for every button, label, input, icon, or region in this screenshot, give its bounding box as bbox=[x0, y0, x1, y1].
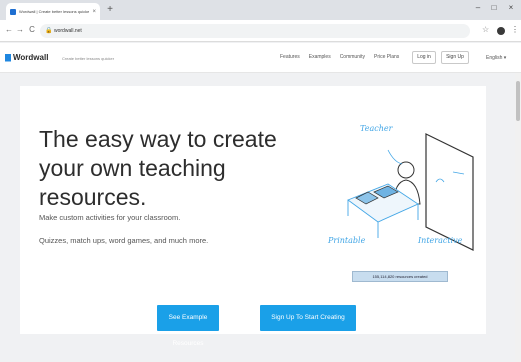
close-window-button[interactable]: × bbox=[503, 3, 519, 12]
address-bar: ← → C 🔒 wordwall.net ☆ ⋮ bbox=[0, 20, 521, 42]
resources-counter-badge: 155,114,820 resources created bbox=[352, 271, 448, 282]
login-button[interactable]: Log in bbox=[412, 51, 436, 64]
url-text: wordwall.net bbox=[54, 28, 82, 34]
hero-card: The easy way to create your own teaching… bbox=[20, 86, 486, 347]
browser-menu-icon[interactable]: ⋮ bbox=[511, 25, 519, 34]
tab-close-icon[interactable]: × bbox=[92, 9, 96, 15]
teacher-head bbox=[397, 161, 415, 179]
logo-mark-icon bbox=[5, 53, 11, 62]
site-header: Wordwall Create better lessons quicker F… bbox=[0, 43, 521, 73]
reload-button[interactable]: C bbox=[27, 25, 37, 34]
new-tab-button[interactable]: + bbox=[104, 4, 116, 16]
site-logo[interactable]: Wordwall bbox=[5, 53, 48, 62]
nav-link-community[interactable]: Community bbox=[340, 54, 365, 60]
profile-avatar-icon[interactable] bbox=[497, 27, 505, 35]
browser-tabstrip: Wordwall | Create better lessons quicker… bbox=[0, 0, 521, 20]
label-interactive: Interactive bbox=[418, 236, 463, 245]
nav-link-price-plans[interactable]: Price Plans bbox=[374, 54, 399, 60]
nav-link-features[interactable]: Features bbox=[280, 54, 300, 60]
favicon-icon bbox=[10, 8, 16, 15]
scrollbar-thumb[interactable] bbox=[516, 81, 520, 121]
browser-tab[interactable]: Wordwall | Create better lessons quicker… bbox=[6, 3, 100, 20]
language-selector[interactable]: English ▾ bbox=[486, 55, 506, 61]
bookmark-star-icon[interactable]: ☆ bbox=[482, 25, 489, 34]
url-input[interactable]: 🔒 wordwall.net bbox=[40, 24, 470, 38]
page-scrollbar[interactable] bbox=[515, 73, 521, 362]
nav-link-examples[interactable]: Examples bbox=[309, 54, 331, 60]
label-teacher: Teacher bbox=[360, 124, 393, 133]
minimize-button[interactable]: – bbox=[470, 3, 486, 12]
maximize-button[interactable]: □ bbox=[486, 3, 502, 12]
hero-headline: The easy way to create your own teaching… bbox=[39, 126, 277, 210]
site-tagline: Create better lessons quicker bbox=[62, 56, 115, 61]
logo-text: Wordwall bbox=[13, 53, 49, 62]
label-printable: Printable bbox=[328, 236, 366, 245]
back-button[interactable]: ← bbox=[4, 25, 14, 34]
site-nav: Features Examples Community Price Plans bbox=[280, 54, 399, 60]
tab-title: Wordwall | Create better lessons quicker bbox=[19, 9, 90, 14]
signup-start-button[interactable]: Sign Up To Start Creating bbox=[260, 305, 356, 331]
hero-description-2: Quizzes, match ups, word games, and much… bbox=[39, 236, 209, 245]
whiteboard-shape bbox=[425, 133, 474, 251]
teacher-illustration bbox=[347, 133, 474, 251]
signup-button[interactable]: Sign Up bbox=[441, 51, 469, 64]
see-examples-button[interactable]: See Example Resources bbox=[157, 305, 219, 347]
forward-button[interactable]: → bbox=[15, 25, 25, 34]
teacher-arrow bbox=[387, 149, 403, 165]
hero-description-1: Make custom activities for your classroo… bbox=[39, 213, 181, 222]
lock-icon: 🔒 bbox=[45, 28, 53, 34]
